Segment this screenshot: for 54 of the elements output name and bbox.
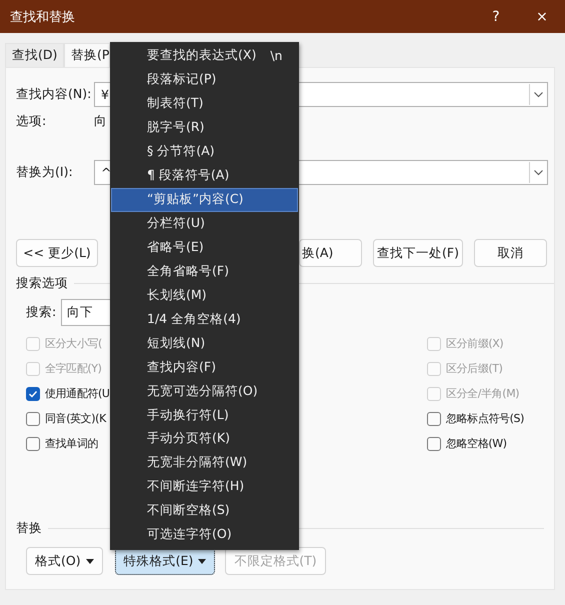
dialog-button[interactable]: 换(A): [299, 239, 362, 267]
tab[interactable]: 查找(D): [5, 43, 64, 67]
shortcut-text: \n: [270, 48, 282, 64]
checkbox[interactable]: [427, 436, 441, 450]
options-value: 向: [94, 112, 107, 130]
menu-item[interactable]: 不间断空格(S): [111, 498, 298, 523]
chevron-down-icon[interactable]: [534, 170, 542, 176]
menu-item[interactable]: 无宽可选分隔符(O): [111, 379, 298, 404]
menu-item[interactable]: 脱字号(R): [111, 116, 298, 140]
menu-item[interactable]: ¶ 段落符号(A): [111, 164, 298, 188]
menu-item[interactable]: 无宽非分隔符(W): [111, 450, 298, 475]
close-button[interactable]: ×: [519, 8, 565, 24]
menu-item[interactable]: 要查找的表达式(X) \n: [111, 44, 298, 68]
checkbox-label: 忽略标点符号(S): [446, 411, 524, 426]
checkbox-label: 使用通配符(U: [45, 386, 110, 401]
checkbox-label: 查找单词的: [45, 436, 98, 451]
checkbox-label: 区分后缀(T): [446, 361, 503, 376]
menu-item[interactable]: 手动分页符(K): [111, 427, 298, 451]
format-button[interactable]: 格式(O): [26, 547, 103, 575]
dialog-button[interactable]: 查找下一处(F): [373, 239, 463, 267]
window-title: 查找和替换: [10, 8, 76, 26]
checkbox-label: 忽略空格(W): [446, 436, 507, 451]
search-label: 搜索:: [26, 304, 58, 321]
checkbox[interactable]: [26, 436, 40, 450]
checkbox-label: 区分全/半角(M): [446, 386, 520, 401]
checkbox-label: 全字匹配(Y): [45, 361, 102, 376]
menu-item[interactable]: 不间断连字符(H): [111, 474, 298, 499]
dialog-button[interactable]: << 更少(L): [16, 239, 98, 267]
menu-item[interactable]: “剪贴板”内容(C): [111, 188, 298, 212]
field-label: 替换为(I):: [16, 164, 74, 181]
dialog-button[interactable]: 取消: [474, 239, 547, 267]
section-heading: 搜索选项: [16, 274, 68, 292]
checkbox-label: 区分前缀(X): [446, 336, 504, 351]
menu-item[interactable]: 可选连字符(O): [111, 522, 298, 547]
checkbox[interactable]: [427, 412, 441, 426]
checkbox[interactable]: [26, 412, 40, 426]
field-label: 查找内容(N):: [16, 86, 92, 103]
options-label: 选项:: [16, 112, 48, 130]
chevron-down-icon[interactable]: [534, 92, 542, 98]
caret-icon: [198, 558, 206, 564]
menu-item[interactable]: 分栏符(U): [111, 212, 298, 236]
caret-icon: [86, 558, 94, 564]
menu-item[interactable]: 手动换行符(L): [111, 403, 298, 427]
menu-item[interactable]: 全角省略号(F): [111, 259, 298, 284]
menu-item[interactable]: 省略号(E): [111, 236, 298, 260]
checkbox-label: 区分大小写(: [45, 336, 102, 351]
checkbox-label: 同音(英文)(K: [45, 411, 106, 426]
section-heading: 替换: [16, 520, 42, 536]
tab[interactable]: 替换(P: [64, 43, 110, 67]
checkbox[interactable]: [26, 386, 40, 400]
menu-item[interactable]: 短划线(N): [111, 331, 298, 356]
menu-item[interactable]: 查找内容(F): [111, 355, 298, 380]
help-button[interactable]: ?: [473, 8, 519, 24]
check-icon: [28, 388, 38, 398]
